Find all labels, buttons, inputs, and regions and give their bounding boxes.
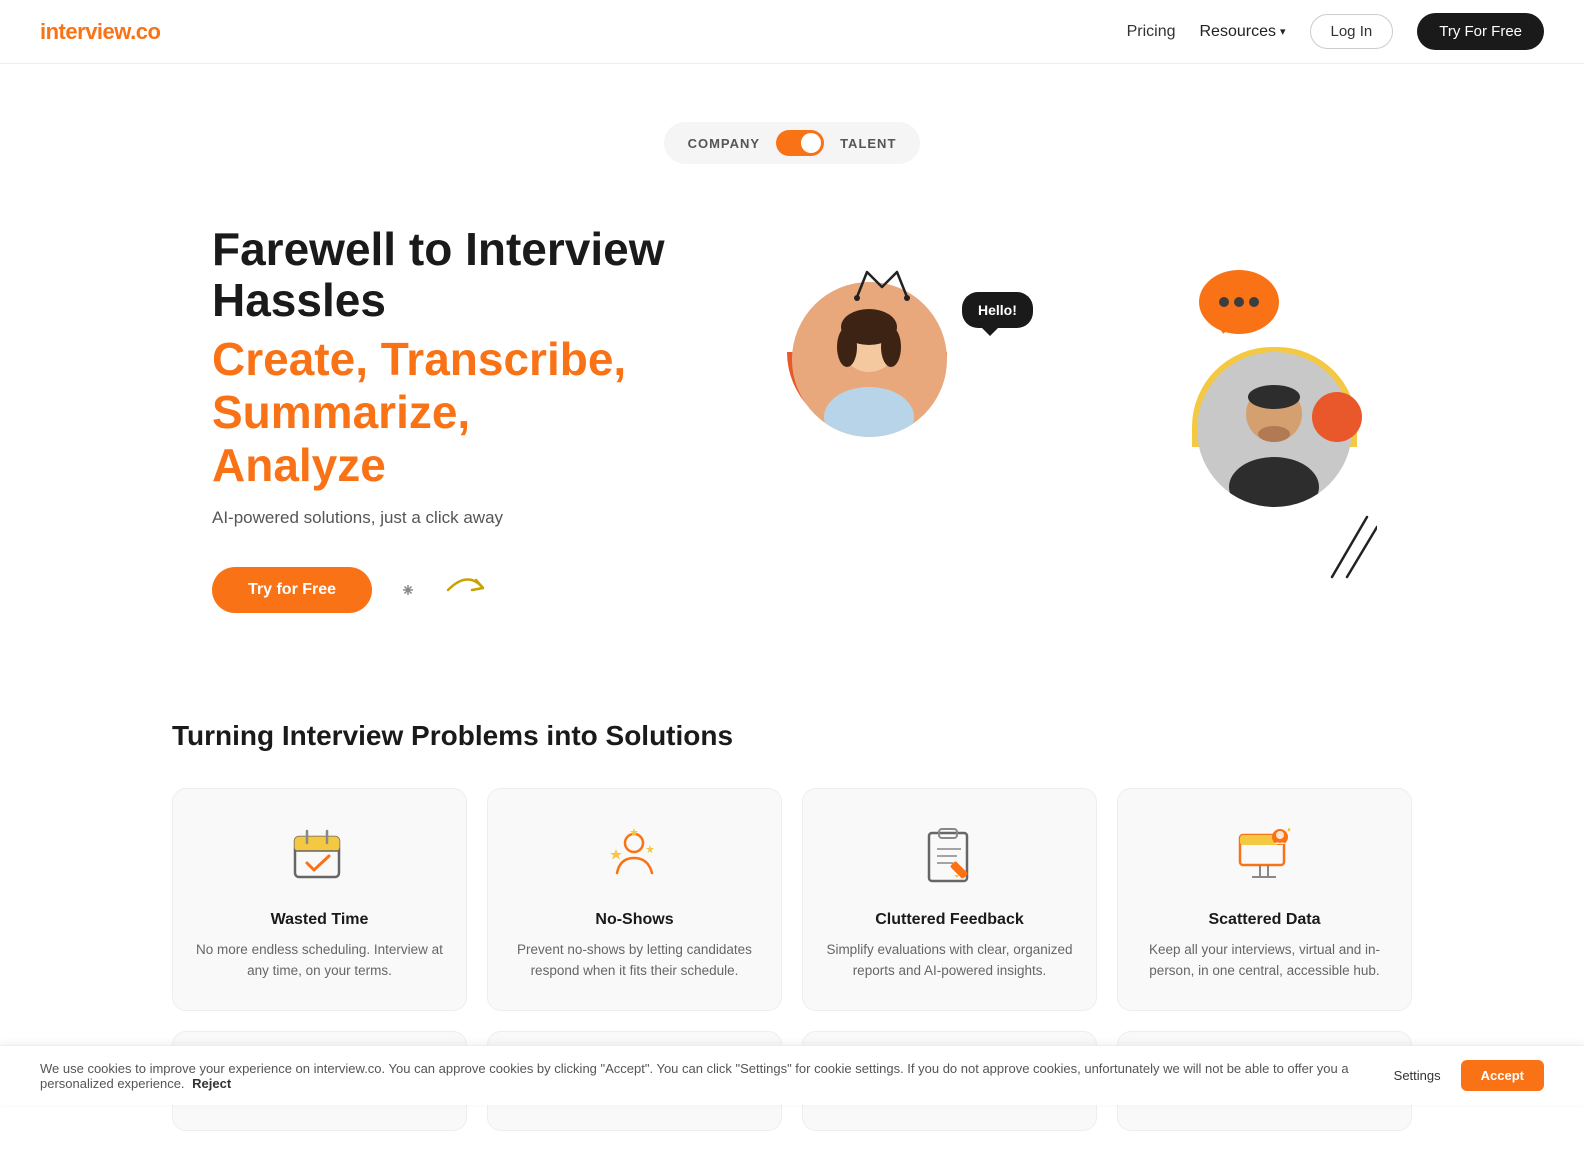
logo-view-orange: view	[85, 19, 130, 44]
reject-link[interactable]: Reject	[192, 1076, 231, 1091]
cookie-bar: We use cookies to improve your experienc…	[0, 1045, 1584, 1105]
hero-title-line1: Farewell to Interview Hassles	[212, 224, 732, 325]
navbar: interview.co Pricing Resources ▾ Log In …	[0, 0, 1584, 64]
company-label: COMPANY	[688, 136, 760, 151]
hero-desc: AI-powered solutions, just a click away	[212, 508, 732, 528]
logo-co: co	[136, 19, 161, 44]
card-wasted-time: Wasted Time No more endless scheduling. …	[172, 788, 467, 1011]
nav-resources-label: Resources	[1199, 23, 1275, 41]
nav-pricing[interactable]: Pricing	[1127, 23, 1176, 41]
logo-inter: inter	[40, 19, 85, 44]
card-title-3: Scattered Data	[1138, 911, 1391, 929]
crown-icon	[852, 262, 912, 302]
toggle-switch[interactable]	[776, 130, 824, 156]
card-desc-0: No more endless scheduling. Interview at…	[193, 939, 446, 982]
card-title-2: Cluttered Feedback	[823, 911, 1076, 929]
company-talent-toggle[interactable]: COMPANY TALENT	[664, 122, 921, 164]
login-button[interactable]: Log In	[1310, 14, 1394, 49]
card-desc-1: Prevent no-shows by letting candidates r…	[508, 939, 761, 982]
person-1-svg	[792, 282, 947, 437]
settings-button[interactable]: Settings	[1394, 1068, 1441, 1083]
try-free-nav-button[interactable]: Try For Free	[1417, 13, 1544, 50]
wasted-time-icon	[285, 821, 355, 891]
person-1-avatar	[792, 282, 947, 437]
toggle-knob	[801, 133, 821, 153]
nav-links: Pricing Resources ▾ Log In Try For Free	[1127, 13, 1544, 50]
chevron-down-icon: ▾	[1280, 25, 1286, 38]
card-desc-3: Keep all your interviews, virtual and in…	[1138, 939, 1391, 982]
hero-cta-button[interactable]: Try for Free	[212, 567, 372, 613]
cluttered-feedback-icon	[915, 821, 985, 891]
accept-button[interactable]: Accept	[1461, 1060, 1544, 1091]
card-desc-2: Simplify evaluations with clear, organiz…	[823, 939, 1076, 982]
red-circle-accent	[1312, 392, 1362, 442]
hero-section: Farewell to Interview Hassles Create, Tr…	[92, 164, 1492, 660]
chat-bubble	[1197, 267, 1282, 347]
cookie-text: We use cookies to improve your experienc…	[40, 1061, 1374, 1091]
card-scattered-data: Scattered Data Keep all your interviews,…	[1117, 788, 1412, 1011]
card-no-shows: No-Shows Prevent no-shows by letting can…	[487, 788, 782, 1011]
problems-title: Turning Interview Problems into Solution…	[172, 720, 1412, 752]
chat-bubble-svg	[1197, 267, 1282, 342]
talent-label: TALENT	[840, 136, 896, 151]
hero-illustration: Hello!	[732, 252, 1412, 592]
no-shows-icon	[600, 821, 670, 891]
arrow-decoration	[388, 560, 488, 620]
hero-title-line2: Create, Transcribe, Summarize, Analyze	[212, 333, 732, 492]
speech-bubble: Hello!	[962, 292, 1033, 328]
problems-cards-row1: Wasted Time No more endless scheduling. …	[172, 788, 1412, 1011]
card-title-1: No-Shows	[508, 911, 761, 929]
logo[interactable]: interview.co	[40, 19, 160, 45]
lines-decoration	[1327, 512, 1377, 582]
card-title-0: Wasted Time	[193, 911, 446, 929]
nav-resources[interactable]: Resources ▾	[1199, 23, 1285, 41]
scattered-data-icon	[1230, 821, 1300, 891]
card-cluttered-feedback: Cluttered Feedback Simplify evaluations …	[802, 788, 1097, 1011]
hero-left: Farewell to Interview Hassles Create, Tr…	[212, 224, 732, 620]
